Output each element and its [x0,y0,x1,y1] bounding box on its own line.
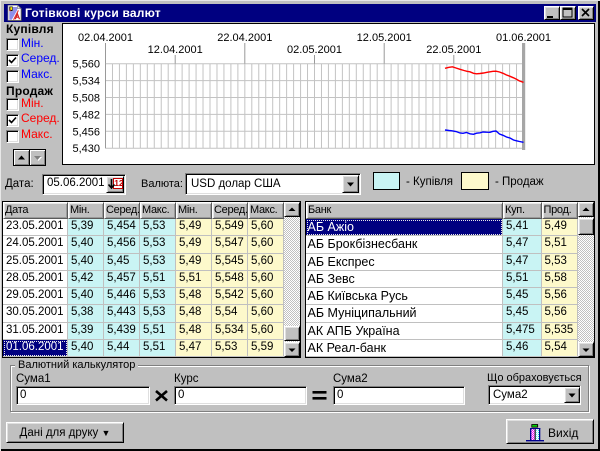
svg-text:01.06.2001: 01.06.2001 [496,32,551,44]
svg-text:22.04.2001: 22.04.2001 [217,32,272,44]
svg-text:5,560: 5,560 [72,59,100,71]
svg-text:5,482: 5,482 [72,109,100,121]
svg-text:5,534: 5,534 [72,76,100,88]
svg-text:5,508: 5,508 [72,93,100,105]
svg-text:12.04.2001: 12.04.2001 [148,44,203,56]
svg-text:12.05.2001: 12.05.2001 [357,32,412,44]
svg-text:02.04.2001: 02.04.2001 [78,32,133,44]
svg-text:5,456: 5,456 [72,126,100,138]
svg-text:22.05.2001: 22.05.2001 [426,44,481,56]
svg-text:02.05.2001: 02.05.2001 [287,44,342,56]
svg-text:5,430: 5,430 [72,143,100,155]
svg-text:12: 12 [114,178,123,188]
